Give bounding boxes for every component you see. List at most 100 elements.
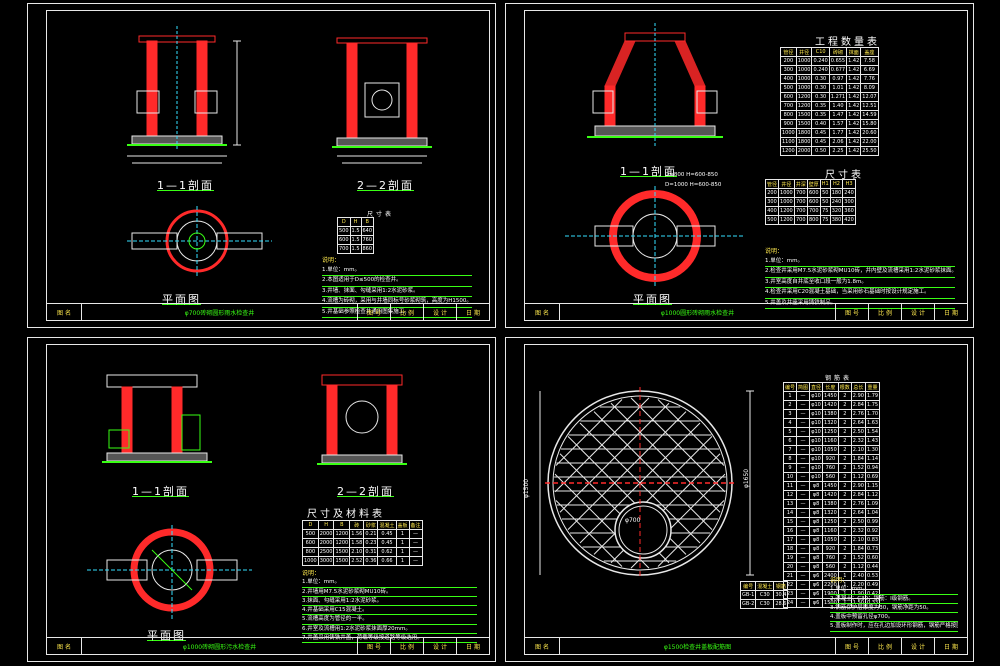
quantity-table-cell: 0.30 xyxy=(811,83,830,93)
quantity-table-cell: 1.271 xyxy=(828,92,848,102)
rebar-table-cell: 2.10 xyxy=(850,535,866,545)
material-table-cell: 1500 xyxy=(333,547,351,557)
size-table-cell: 50 xyxy=(819,197,831,207)
quantity-table-row: 200 1000 0.240 0.655 1.42 7.58 xyxy=(780,56,879,66)
size-table-cell: H3 xyxy=(842,179,856,189)
rebar-table-cell: 560 xyxy=(822,562,839,572)
size-table-cell: 300 xyxy=(842,197,856,207)
quantity-table-cell: 1000 xyxy=(780,128,797,138)
quantity-table-cell: 600 xyxy=(780,92,797,102)
quantity-table-cell: 盖座 xyxy=(860,47,879,57)
rebar-table-cell: 2 xyxy=(837,553,852,563)
size-table-cell: 75 xyxy=(819,215,831,225)
sheet-4-notes: 说明： 1.单位：mm。 2.混凝土：C30；钢筋：Ⅰ级钢筋。 3.钢筋保护层厚度为… xyxy=(830,577,958,632)
rebar-table-cell: 1.12 xyxy=(850,472,866,482)
material-table-cell: 1200 xyxy=(333,529,351,539)
size-table-cell: 井径 xyxy=(778,179,795,189)
rebar-table-cell: 2.50 xyxy=(850,517,866,527)
material-table-cell: 2500 xyxy=(317,547,335,557)
rebar-table-cell: 920 xyxy=(822,544,839,554)
rebar-table-cell: 1.75 xyxy=(864,400,881,410)
rebar-table-cell: φ8 xyxy=(809,526,824,536)
sheet-1-plan xyxy=(127,206,272,276)
material-table-cell: 混凝土 xyxy=(377,520,397,530)
quantity-table-row: 1100 1800 0.45 2.06 1.42 22.00 xyxy=(780,137,879,147)
material-table-cell: 0.23 xyxy=(363,538,379,548)
sheet-4-rebar-table: 编号 简图 直径 长度 根数 总长 重量 1— φ10 1450 2 2.90 1.79 2— φ10 142… xyxy=(782,382,881,608)
material-table-row: 800 2500 1500 2.10 0.31 0.62 1— xyxy=(302,547,423,557)
size-table-cell: 管径 xyxy=(764,179,780,189)
rebar-table-cell: 2.90 xyxy=(850,391,866,401)
sheet-1-frame: 1—1剖面 2—2剖面 平面图 尺寸表 DHB 500 1.5 640 600 1.5… xyxy=(46,10,490,321)
size-table-cell: 700 xyxy=(793,197,808,207)
material-table-cell: H xyxy=(317,520,335,530)
sheet-2-frame: 1—1剖面 平面图 D=800 H=600-850 D=1000 H=600-85… xyxy=(524,10,968,321)
rebar-table-row: 5— φ10 1250 2 2.50 1.54 xyxy=(782,427,881,437)
material-table-cell: 砂浆 xyxy=(363,520,379,530)
rebar-table-cell: φ10 xyxy=(809,472,824,482)
rebar-table-cell: 15 xyxy=(782,517,798,527)
material-table-cell: 0.31 xyxy=(363,547,379,557)
small-table-cell: 编号 xyxy=(739,581,757,591)
quantity-table-row: 1000 1800 0.45 1.77 1.42 20.60 xyxy=(780,128,879,138)
rebar-table-cell: — xyxy=(796,409,811,419)
rebar-table-row: 编号 简图 直径 长度 根数 总长 重量 xyxy=(782,382,881,392)
material-table-cell: 1.56 xyxy=(349,529,365,539)
material-table-cell: 1.58 xyxy=(349,538,365,548)
material-table-cell: 盖板 xyxy=(395,520,410,530)
sheet-3-plan xyxy=(87,525,252,620)
rebar-table-cell: 1250 xyxy=(822,517,839,527)
material-table-cell: — xyxy=(408,529,423,539)
quantity-table-cell: 1000 xyxy=(795,83,813,93)
rebar-table-cell: 1420 xyxy=(822,400,839,410)
rebar-table-cell: φ8 xyxy=(809,499,824,509)
rebar-table-cell: 1.30 xyxy=(864,445,881,455)
rebar-table-cell: 2 xyxy=(782,400,798,410)
rebar-table-cell: φ10 xyxy=(809,418,824,428)
rebar-table-cell: — xyxy=(796,391,811,401)
quantity-table-cell: 井径 xyxy=(795,47,813,57)
material-table-row: 1000 3000 1500 2.52 0.36 0.66 1— xyxy=(302,556,423,566)
rebar-table-cell: 10 xyxy=(782,472,798,482)
size-table-row: 管径 井径 井深 壁厚 H1 H2 H3 xyxy=(764,179,856,189)
rebar-table-cell: 1.14 xyxy=(864,454,881,464)
quantity-table-cell: 1500 xyxy=(795,110,813,120)
sheet-4-dim-left: φ1500 xyxy=(523,478,531,499)
material-table-cell: 3000 xyxy=(317,556,335,566)
quantity-table-cell: 0.30 xyxy=(811,92,830,102)
rebar-table-cell: φ8 xyxy=(809,508,824,518)
rebar-table-cell: 2.10 xyxy=(850,445,866,455)
rebar-table-cell: 760 xyxy=(822,553,839,563)
material-table-cell: 500 xyxy=(302,529,319,539)
size-table-cell: 240 xyxy=(842,188,856,198)
material-table-cell: 1 xyxy=(395,529,410,539)
quantity-table-cell: 0.30 xyxy=(811,74,830,84)
material-table-cell: 1 xyxy=(395,547,410,557)
small-table-cell: 钢筋 xyxy=(773,581,789,591)
rebar-table-cell: — xyxy=(796,481,811,491)
size-table-cell: 400 xyxy=(764,206,780,216)
material-table-row: 600 2000 1200 1.58 0.23 0.45 1— xyxy=(302,538,423,548)
sheet-4-table-title: 钢筋表 xyxy=(825,375,853,382)
rebar-table-cell: 0.60 xyxy=(864,553,881,563)
rebar-table-row: 6— φ10 1160 2 2.32 1.43 xyxy=(782,436,881,446)
sheet-3-notes: 说明： 1.单位：mm。 2.井墙用M7.5水泥砂浆砌MU10砖。 3.抹面、勾缝采… xyxy=(302,570,477,644)
rebar-table-cell: 2 xyxy=(837,409,852,419)
material-table-cell: 2000 xyxy=(317,529,335,539)
sheet-4-title-block: 图 名 φ1500检查井盖板配筋图 图 号 比 例 设 计 日 期 xyxy=(525,637,967,654)
rebar-table-cell: φ10 xyxy=(809,400,824,410)
rebar-table-cell: 4 xyxy=(782,418,798,428)
rebar-table-cell: 1.52 xyxy=(850,463,866,473)
sheet-4: φ1500 φ1650 φ700 钢筋表 编号 简图 直径 长度 根数 总长 重量 1— φ10… xyxy=(505,337,974,662)
rebar-table-cell: 2 xyxy=(837,454,852,464)
rebar-table-cell: 2 xyxy=(837,400,852,410)
rebar-table-cell: 2.50 xyxy=(850,427,866,437)
quantity-table-cell: 抹面 xyxy=(846,47,862,57)
rebar-table-cell: 2.64 xyxy=(850,418,866,428)
material-table-cell: 砖 xyxy=(349,520,365,530)
size-table-cell: 75 xyxy=(819,206,831,216)
rebar-table-cell: 2 xyxy=(837,391,852,401)
size-table-cell: H2 xyxy=(829,179,844,189)
quantity-table-cell: 8.09 xyxy=(860,83,879,93)
sheet-3-section-1-1 xyxy=(102,374,212,463)
